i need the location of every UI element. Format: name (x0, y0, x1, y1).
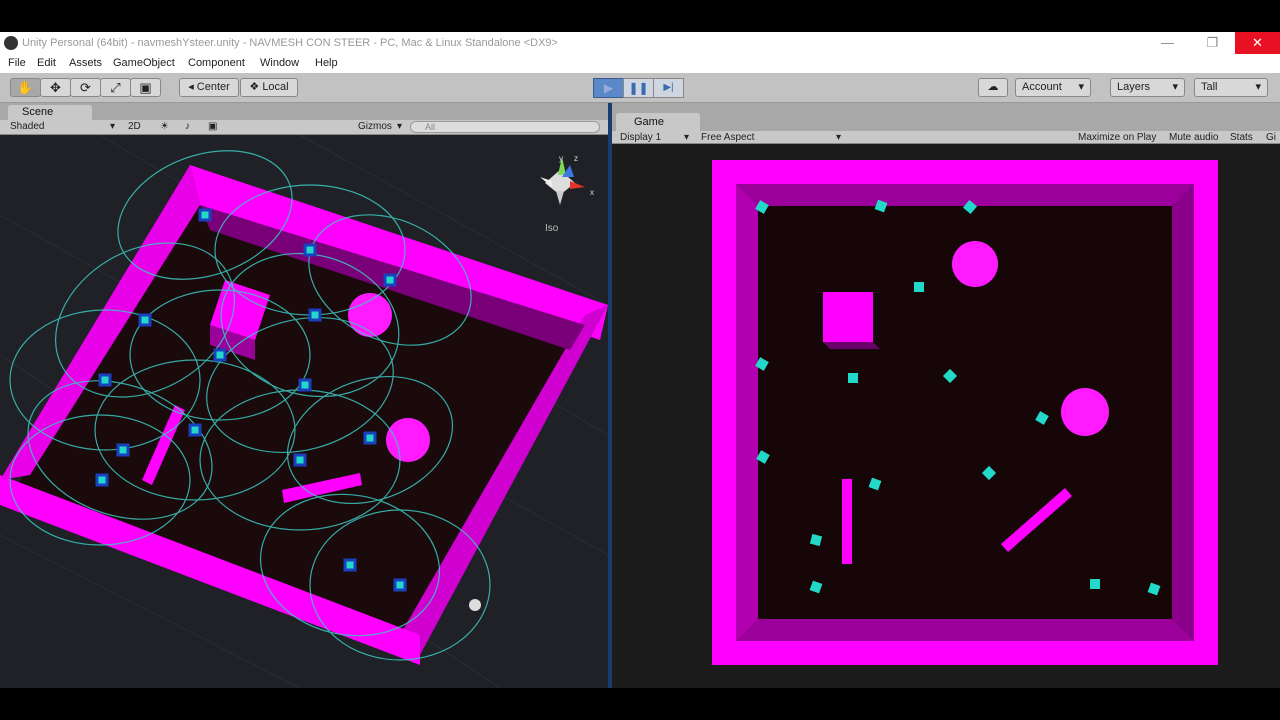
wall-obstacle (842, 479, 852, 564)
chevron-down-icon: ▾ (836, 132, 842, 143)
pivot-icon: ◂ (188, 81, 197, 93)
mute-audio-toggle[interactable]: Mute audio (1169, 131, 1218, 144)
maximize-on-play-toggle[interactable]: Maximize on Play (1078, 131, 1156, 144)
pivot-local-button[interactable]: ❖ Local (240, 78, 298, 97)
maximize-button[interactable]: ❐ (1190, 32, 1235, 54)
game-viewport[interactable] (612, 144, 1280, 688)
layout-dropdown[interactable]: Tall ▾ (1194, 78, 1268, 97)
title-bar: Unity Personal (64bit) - navmeshYsteer.u… (0, 32, 1280, 54)
menu-bar: File Edit Assets GameObject Component Wi… (0, 54, 1280, 73)
sphere-obstacle (386, 418, 430, 462)
sphere-obstacle (348, 293, 392, 337)
account-label: Account (1022, 81, 1062, 93)
menu-window[interactable]: Window (260, 57, 299, 69)
scene-tab-strip: Scene (0, 103, 608, 120)
lighting-icon[interactable]: ☀ (160, 121, 169, 132)
effects-icon[interactable]: ▣ (208, 121, 217, 132)
pivot-label: Center (196, 81, 230, 93)
axis-x-label: x (590, 188, 594, 197)
light-gizmo-icon (469, 599, 481, 611)
chevron-down-icon: ▾ (1078, 81, 1084, 93)
sphere-obstacle (952, 241, 998, 287)
menu-help[interactable]: Help (315, 57, 338, 69)
chevron-down-icon: ▾ (1172, 81, 1178, 93)
close-button[interactable]: ✕ (1235, 32, 1280, 54)
play-button[interactable]: ▶ (593, 78, 624, 98)
stats-toggle[interactable]: Stats (1230, 131, 1253, 144)
tab-scene[interactable]: Scene (8, 105, 92, 120)
scene-control-bar: Shaded ▾ 2D ☀ ♪ ▣ Gizmos ▾ All (0, 120, 608, 135)
cloud-icon[interactable]: ☁ (978, 78, 1008, 97)
menu-file[interactable]: File (8, 57, 26, 69)
layers-dropdown[interactable]: Layers ▾ (1110, 78, 1185, 97)
game-control-bar: Display 1 ▾ Free Aspect ▾ Maximize on Pl… (612, 131, 1280, 144)
iso-label[interactable]: Iso (545, 223, 558, 234)
layers-label: Layers (1117, 81, 1151, 93)
game-render (712, 160, 1218, 665)
pivot-center-button[interactable]: ◂ Center (179, 78, 239, 97)
local-label: Local (262, 81, 289, 93)
scene-search-input[interactable]: All (410, 121, 600, 133)
unity-icon (4, 36, 18, 50)
main-toolbar: ✋ ✥ ⟳ ⤢ ▣ ◂ Center ❖ Local ▶ ❚❚ ▶| ☁ Acc… (0, 73, 1280, 103)
menu-assets[interactable]: Assets (69, 57, 102, 69)
aspect-dropdown[interactable]: Free Aspect (701, 131, 754, 144)
chevron-down-icon: ▾ (110, 121, 116, 132)
minimize-button[interactable]: — (1145, 32, 1190, 54)
chevron-down-icon: ▾ (1255, 81, 1261, 93)
axis-y-label: y (559, 154, 563, 163)
chevron-down-icon: ▾ (684, 132, 690, 143)
scale-tool-button[interactable]: ⤢ (100, 78, 131, 97)
axis-z-label: z (574, 154, 578, 163)
hand-tool-button[interactable]: ✋ (10, 78, 41, 97)
cube-obstacle (823, 292, 873, 342)
window-title: Unity Personal (64bit) - navmeshYsteer.u… (22, 37, 558, 49)
orientation-gizmo (540, 157, 585, 205)
menu-component[interactable]: Component (188, 57, 245, 69)
menu-gameobject[interactable]: GameObject (113, 57, 175, 69)
rotate-tool-button[interactable]: ⟳ (70, 78, 101, 97)
mode-2d-button[interactable]: 2D (128, 121, 141, 132)
menu-edit[interactable]: Edit (37, 57, 56, 69)
pause-button[interactable]: ❚❚ (623, 78, 654, 98)
scene-viewport[interactable]: y x z Iso (0, 135, 608, 688)
shading-mode-dropdown[interactable]: Shaded (10, 121, 44, 132)
layout-label: Tall (1201, 81, 1218, 93)
sphere-obstacle (1061, 388, 1109, 436)
step-button[interactable]: ▶| (653, 78, 684, 98)
gizmos-toggle[interactable]: Gi (1266, 131, 1276, 144)
audio-icon[interactable]: ♪ (185, 121, 190, 132)
display-dropdown[interactable]: Display 1 (620, 131, 661, 144)
gizmos-dropdown[interactable]: Gizmos (358, 121, 392, 132)
local-icon: ❖ (249, 81, 263, 93)
chevron-down-icon: ▾ (397, 121, 403, 132)
game-tab-strip: Game (612, 103, 1280, 131)
scene-render (0, 135, 608, 688)
account-dropdown[interactable]: Account ▾ (1015, 78, 1091, 97)
rect-tool-button[interactable]: ▣ (130, 78, 161, 97)
move-tool-button[interactable]: ✥ (40, 78, 71, 97)
tab-game[interactable]: Game (616, 113, 700, 131)
